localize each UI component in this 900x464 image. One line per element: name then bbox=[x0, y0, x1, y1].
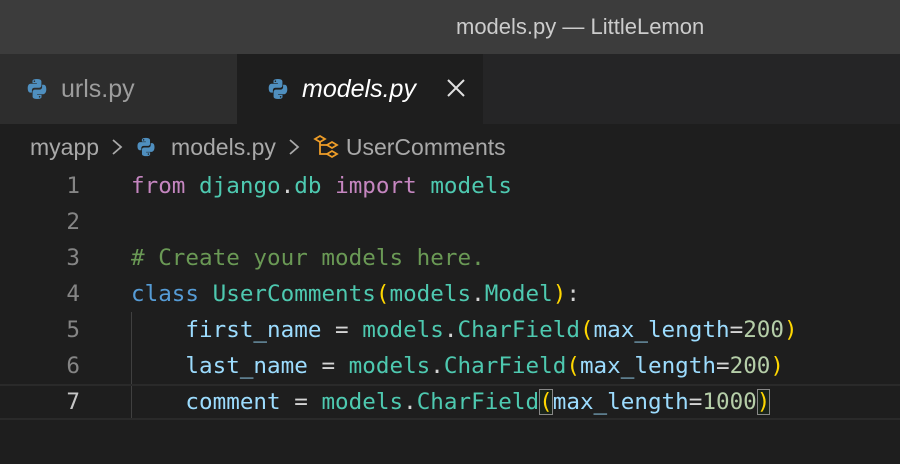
code-token: comment bbox=[185, 389, 281, 415]
code-token: 1000 bbox=[702, 389, 757, 415]
window-title: models.py — LittleLemon bbox=[456, 14, 705, 39]
code-token: ) bbox=[756, 389, 771, 415]
code-text: from django.db import models bbox=[131, 168, 512, 204]
line-number: 4 bbox=[66, 281, 80, 307]
python-icon bbox=[27, 79, 47, 99]
code-token: = bbox=[321, 317, 363, 343]
breadcrumb-item-models-py[interactable]: models.py bbox=[171, 134, 276, 161]
code-token: CharField bbox=[443, 353, 567, 379]
code-token: max_length bbox=[552, 389, 689, 415]
code-token: db bbox=[294, 173, 322, 199]
code-token: import bbox=[335, 173, 417, 199]
code-token: . bbox=[471, 281, 485, 307]
code-token: last_name bbox=[185, 353, 308, 379]
code-token: CharField bbox=[457, 317, 580, 343]
code-line[interactable]: 3 # Create your models here. bbox=[0, 240, 900, 276]
code-token: 200 bbox=[743, 317, 784, 343]
close-icon[interactable] bbox=[445, 77, 467, 99]
code-text: comment = models.CharField(max_length=10… bbox=[131, 386, 771, 418]
code-token: UserComments bbox=[212, 281, 376, 307]
code-token: ( bbox=[566, 353, 580, 379]
code-token: = bbox=[715, 353, 730, 379]
code-line[interactable]: 7 comment = models.CharField(max_length=… bbox=[0, 384, 900, 420]
python-icon bbox=[268, 79, 288, 99]
line-number: 5 bbox=[66, 317, 80, 343]
python-icon bbox=[137, 137, 155, 157]
code-token: 200 bbox=[729, 353, 771, 379]
code-token: . bbox=[280, 173, 295, 199]
code-token: class bbox=[131, 281, 200, 307]
breadcrumb-item-myapp[interactable]: myapp bbox=[30, 134, 99, 161]
code-token: : bbox=[566, 281, 580, 307]
code-line[interactable]: 1 from django.db import models bbox=[0, 168, 900, 204]
code-token: from bbox=[131, 173, 186, 199]
code-token: max_length bbox=[579, 353, 716, 379]
chevron-right-icon bbox=[289, 139, 300, 155]
code-token: models bbox=[389, 281, 472, 307]
line-number: 6 bbox=[66, 353, 80, 379]
breadcrumb: myapp models.py UserComments bbox=[30, 128, 506, 166]
code-token: models bbox=[362, 317, 444, 343]
code-editor[interactable]: 1 from django.db import models 2 3 # Create … bbox=[0, 168, 900, 464]
chevron-right-icon bbox=[112, 139, 123, 155]
code-line[interactable]: 5 first_name = models.CharField(max_leng… bbox=[0, 312, 900, 348]
code-token: django bbox=[199, 173, 281, 199]
code-text: first_name = models.CharField(max_length… bbox=[131, 312, 798, 348]
tab-label: models.py bbox=[302, 74, 416, 103]
tab-urls-py[interactable]: urls.py bbox=[0, 54, 237, 124]
code-token: . bbox=[430, 353, 444, 379]
code-token: = bbox=[280, 389, 322, 415]
code-token: # Create your models here. bbox=[131, 245, 485, 271]
code-token: ( bbox=[579, 317, 594, 343]
code-token: models bbox=[321, 389, 404, 415]
code-token: ( bbox=[539, 389, 553, 415]
code-token: models bbox=[348, 353, 431, 379]
tab-label: urls.py bbox=[61, 74, 135, 103]
tab-models-py[interactable]: models.py bbox=[237, 54, 483, 124]
code-text: # Create your models here. bbox=[131, 240, 485, 276]
code-token: ) bbox=[770, 353, 785, 379]
class-symbol-icon bbox=[313, 134, 339, 159]
code-token: ) bbox=[784, 317, 798, 343]
code-token: max_length bbox=[593, 317, 730, 343]
code-token: first_name bbox=[185, 317, 322, 343]
code-token: ) bbox=[552, 281, 567, 307]
code-token: ( bbox=[375, 281, 390, 307]
code-token: CharField bbox=[416, 389, 540, 415]
tab-bar: urls.py models.py bbox=[0, 54, 900, 124]
editor-window: models.py — LittleLemon urls.py models.p… bbox=[0, 0, 900, 464]
code-token: Model bbox=[484, 281, 553, 307]
code-token: = bbox=[729, 317, 744, 343]
breadcrumb-item-usercomments[interactable]: UserComments bbox=[346, 134, 506, 161]
code-token: = bbox=[688, 389, 703, 415]
line-number: 2 bbox=[66, 209, 80, 235]
line-number: 1 bbox=[66, 173, 80, 199]
code-text: class UserComments(models.Model): bbox=[131, 276, 580, 312]
title-bar: models.py — LittleLemon bbox=[0, 0, 900, 54]
code-token: . bbox=[443, 317, 458, 343]
code-line[interactable]: 4 class UserComments(models.Model): bbox=[0, 276, 900, 312]
code-line[interactable]: 6 last_name = models.CharField(max_lengt… bbox=[0, 348, 900, 384]
line-number: 7 bbox=[66, 389, 80, 415]
code-line[interactable]: 2 bbox=[0, 204, 900, 240]
code-token: models bbox=[430, 173, 512, 199]
code-text: last_name = models.CharField(max_length=… bbox=[131, 348, 784, 384]
line-number: 3 bbox=[66, 245, 80, 271]
code-token: = bbox=[307, 353, 349, 379]
code-token: . bbox=[403, 389, 417, 415]
